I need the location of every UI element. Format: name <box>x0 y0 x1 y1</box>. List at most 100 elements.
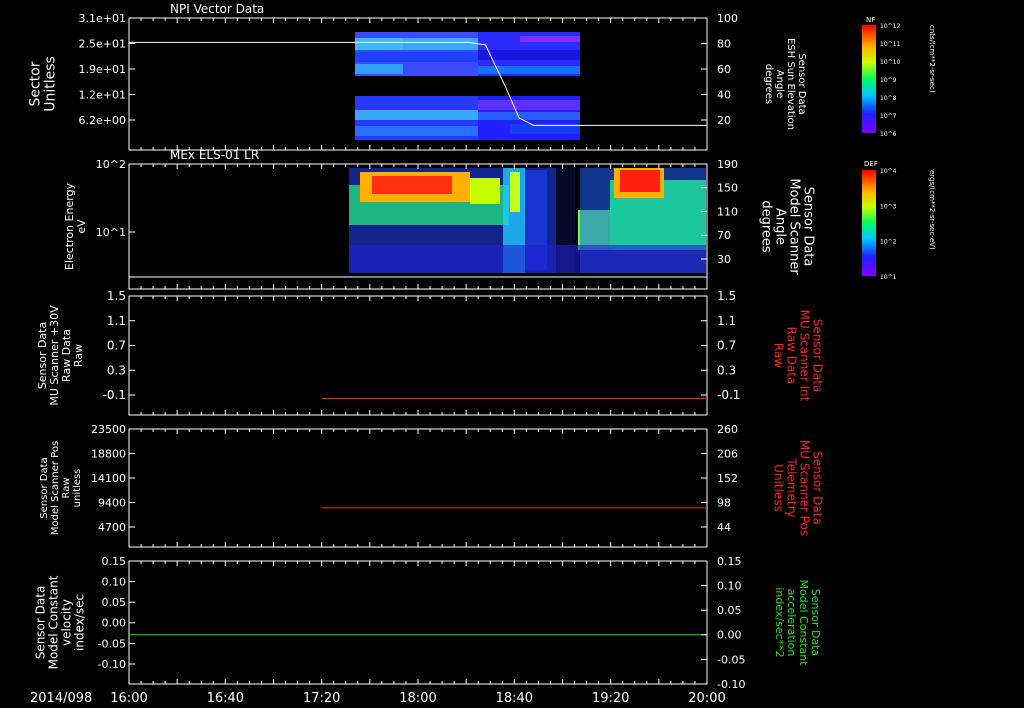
axis-label-line: Angle <box>774 70 785 98</box>
axis-label-line: index/sec <box>73 594 87 651</box>
panel-els: MEx ELS-01 LR Electron Energy eV 10^2 10^1… <box>63 148 936 290</box>
axis-label-line: Model Scanner <box>786 178 801 275</box>
colorbar-label: ergs/(cm**2-sr-sec-eV) <box>928 170 936 250</box>
axis-label-line: Sensor Data <box>810 319 824 393</box>
colorbar-tick: 10^2 <box>880 239 897 246</box>
y-axis-ticks: 3.1e+01 2.5e+01 1.9e+01 1.2e+01 6.2e+00 <box>79 12 135 127</box>
tick-label: 23500 <box>91 423 126 436</box>
axis-label-line: Raw <box>61 477 72 498</box>
tick-label: 70 <box>717 229 731 242</box>
colorbar-npi: NF 10^12 10^11 10^10 10^9 10^8 10^7 10^6 cnts/… <box>862 16 936 138</box>
tick-label: 1.2e+01 <box>79 88 126 101</box>
tick-label: -0.10 <box>717 678 745 691</box>
tick-label: 1.5 <box>107 289 126 303</box>
tick-label: 44 <box>717 521 731 534</box>
time-tick-label: 19:20 <box>592 691 629 706</box>
tick-label: 0.10 <box>102 575 127 588</box>
y2-axis-label: Sensor DataMU Scanner PosTelemetryUnitle… <box>771 440 824 536</box>
colorbar-els: DEF 10^4 10^3 10^2 10^1 ergs/(cm**2-sr-sec-… <box>862 160 936 281</box>
y2-axis-label: Sensor DataModel Constantaccelerationind… <box>773 580 822 667</box>
axis-label-line: Sensor Data <box>810 451 824 525</box>
axis-label-line: velocity <box>60 599 74 646</box>
tick-label: 190 <box>717 158 738 171</box>
y2-axis-ticks: 0.15 0.10 0.05 0.00 -0.05 -0.10 <box>701 555 745 691</box>
tick-label: 100 <box>717 12 738 25</box>
panel-title: MEx ELS-01 LR <box>170 148 259 162</box>
tick-label: 0.10 <box>717 579 742 592</box>
axis-label-line: degrees <box>758 200 773 253</box>
tick-label: 0.7 <box>717 339 736 353</box>
axis-label-line: MU Scanner Int <box>797 310 811 402</box>
y-axis-label: Sector Unitless <box>27 56 58 112</box>
y2-axis-label: Sensor DataESH Sun ElevationAngledegrees <box>763 38 807 130</box>
axis-label-line: Raw <box>72 344 85 367</box>
tick-label: 206 <box>717 447 738 460</box>
panel-npi: NPI Vector Data Sector Unitless 3.1e+01 2.… <box>27 2 936 151</box>
colorbar-tick: 10^9 <box>880 77 897 84</box>
tick-label: 60 <box>717 63 731 76</box>
axis-label-line: Telemetry <box>784 457 798 517</box>
y2-axis-label: Sensor DataMU Scanner IntRaw DataRaw <box>771 310 824 402</box>
axis-label-line: Sensor Data <box>39 457 50 518</box>
panel-velocity: Sensor Data Model Constant velocity index/s… <box>34 555 822 691</box>
y-axis-label: Sensor Data Model Constant velocity index/s… <box>34 575 87 669</box>
y-axis-label: Sensor Data Model Scanner Pos Raw unitless <box>39 441 83 535</box>
tick-label: 0.3 <box>107 363 126 377</box>
axis-label-line: degrees <box>763 64 774 104</box>
tick-label: -0.05 <box>717 653 745 666</box>
colorbar-tag: DEF <box>864 160 878 168</box>
colorbar-tick: 10^1 <box>880 274 897 281</box>
tick-label: 110 <box>717 205 738 218</box>
tick-label: 0.7 <box>107 339 126 353</box>
time-tick-label: 16:00 <box>110 691 147 706</box>
colorbar-tick: 10^12 <box>880 23 900 30</box>
tick-label: 150 <box>717 182 738 195</box>
colorbar-ticks: 10^4 10^3 10^2 10^1 <box>880 168 897 281</box>
tick-label: 10^2 <box>96 158 126 171</box>
tick-label: 80 <box>717 37 731 50</box>
tick-label: 1.5 <box>717 289 736 303</box>
panel-mu-raw: Sensor Data MU Scanner +30V Raw Data Raw 1.… <box>36 289 824 416</box>
tick-label: 0.05 <box>102 596 127 609</box>
tick-label: 6.2e+00 <box>79 114 126 127</box>
colorbar-ticks: 10^12 10^11 10^10 10^9 10^8 10^7 10^6 <box>880 23 900 138</box>
tick-label: 98 <box>717 496 731 509</box>
time-tick-label: 16:40 <box>207 691 244 706</box>
y-axis-label: Sensor Data MU Scanner +30V Raw Data Raw <box>36 305 85 406</box>
colorbar-tick: 10^4 <box>880 168 897 175</box>
time-axis-labels: 16:00 16:40 17:20 18:00 18:40 19:20 20:00 <box>110 691 725 706</box>
tick-label: 2.5e+01 <box>79 37 126 50</box>
tick-label: -0.1 <box>717 388 740 402</box>
tick-label: 260 <box>717 423 738 436</box>
tick-label: 0.3 <box>717 363 736 377</box>
spectrogram-els <box>349 168 706 273</box>
tick-label: 18800 <box>91 447 126 460</box>
tick-label: 152 <box>717 472 738 485</box>
colorbar-tick: 10^7 <box>880 113 897 120</box>
tick-label: 4700 <box>98 521 126 534</box>
axis-label-line: Unitless <box>771 464 785 512</box>
colorbar-tick: 10^10 <box>880 59 900 66</box>
time-tick-label: 18:00 <box>399 691 436 706</box>
tick-label: 1.1 <box>717 314 736 328</box>
stack-plot: NPI Vector Data Sector Unitless 3.1e+012.… <box>27 2 936 706</box>
tick-label: 0.15 <box>717 555 742 568</box>
tick-label: 0.15 <box>102 555 127 568</box>
tick-label: 1.9e+01 <box>79 63 126 76</box>
y-axis-ticks: 23500 18800 14100 9400 4700 <box>91 423 135 534</box>
y-axis-label: Electron Energy eV <box>63 182 88 270</box>
colorbar-label: cnts/(cm**2-sr-sec) <box>928 25 936 93</box>
colorbar-tick: 10^11 <box>880 41 900 48</box>
tick-label: 0.00 <box>717 629 742 642</box>
colorbar-tick: 10^3 <box>880 203 897 210</box>
tick-label: 3.1e+01 <box>79 12 126 25</box>
tick-label: 10^1 <box>96 226 126 239</box>
axis-label-line: Raw Data <box>784 327 798 385</box>
axis-label-line: Sensor Data <box>34 586 48 660</box>
axis-label-line: unitless <box>72 469 83 508</box>
tick-label: 1.1 <box>107 314 126 328</box>
colorbar-tag: NF <box>866 16 875 24</box>
tick-label: 40 <box>717 88 731 101</box>
time-tick-label: 17:20 <box>303 691 340 706</box>
axis-label-line: Unitless <box>42 56 58 112</box>
